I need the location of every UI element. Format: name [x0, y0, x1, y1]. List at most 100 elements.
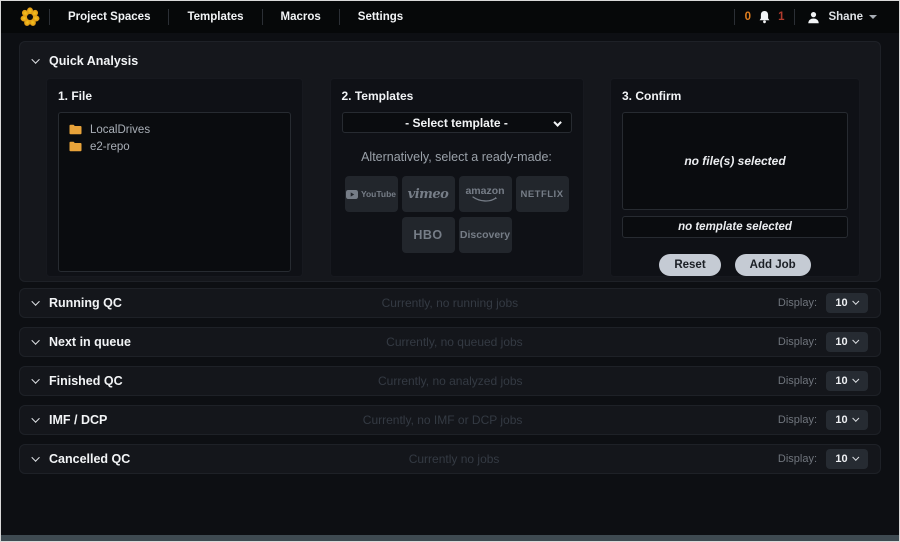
amazon-template-button[interactable]: amazon: [459, 176, 512, 212]
section-status: Currently no jobs: [130, 452, 778, 466]
chevron-down-icon: [31, 336, 39, 344]
job-sections: Running QC Currently, no running jobs Di…: [19, 288, 881, 474]
chevron-down-icon: [31, 297, 39, 305]
tree-item-localdrives[interactable]: LocalDrives: [69, 121, 280, 138]
section-title: Finished QC: [49, 374, 123, 388]
file-tree: LocalDrives e2-repo: [58, 112, 291, 272]
chevron-down-icon: [31, 55, 39, 63]
discovery-template-button[interactable]: Discovery: [459, 217, 512, 253]
section-next-in-queue[interactable]: Next in queue Currently, no queued jobs …: [19, 327, 881, 357]
app-root: { "navbar": { "items": [ { "label": "Pro…: [0, 0, 900, 542]
chevron-down-icon: [852, 414, 859, 421]
display-count-select[interactable]: 10: [826, 410, 868, 430]
display-value: 10: [835, 453, 847, 465]
section-imf-dcp[interactable]: IMF / DCP Currently, no IMF or DCP jobs …: [19, 405, 881, 435]
chevron-down-icon: [31, 375, 39, 383]
section-status: Currently, no running jobs: [122, 296, 778, 310]
section-status: Currently, no IMF or DCP jobs: [107, 413, 778, 427]
selected-files-box: no file(s) selected: [622, 112, 848, 210]
display-label: Display:: [778, 414, 817, 426]
youtube-template-button[interactable]: YouTube: [345, 176, 398, 212]
display-control: Display: 10: [778, 293, 868, 313]
notifications-area[interactable]: 0 1: [735, 10, 795, 24]
brand-label: YouTube: [361, 189, 396, 199]
folder-icon: [69, 124, 82, 135]
gear-flower-icon: [20, 7, 40, 27]
chevron-down-icon: [31, 453, 39, 461]
hbo-template-button[interactable]: HBO: [402, 217, 455, 253]
section-running-qc[interactable]: Running QC Currently, no running jobs Di…: [19, 288, 881, 318]
section-title: Running QC: [49, 296, 122, 310]
templates-panel-title: 2. Templates: [342, 89, 572, 103]
chevron-down-icon: [852, 336, 859, 343]
bottom-status-strip: [1, 535, 899, 541]
display-label: Display:: [778, 336, 817, 348]
nav-item-settings[interactable]: Settings: [340, 1, 421, 33]
display-value: 10: [835, 375, 847, 387]
quick-analysis-panels: 1. File LocalDrives e2-repo 2. Templat: [33, 78, 860, 277]
display-count-select[interactable]: 10: [826, 293, 868, 313]
file-panel-title: 1. File: [58, 89, 291, 103]
brand-row-2: HBO Discovery: [342, 217, 572, 253]
file-panel: 1. File LocalDrives e2-repo: [46, 78, 303, 277]
section-title: Cancelled QC: [49, 452, 130, 466]
display-label: Display:: [778, 375, 817, 387]
display-value: 10: [835, 414, 847, 426]
user-name: Shane: [828, 11, 863, 23]
display-value: 10: [835, 297, 847, 309]
selected-template-box: no template selected: [622, 216, 848, 238]
display-count-select[interactable]: 10: [826, 332, 868, 352]
quick-analysis-section: Quick Analysis 1. File LocalDrives e2-re…: [19, 41, 881, 282]
confirm-panel: 3. Confirm no file(s) selected no templa…: [610, 78, 860, 277]
quick-analysis-header[interactable]: Quick Analysis: [33, 51, 860, 71]
user-icon: [807, 11, 820, 24]
notification-count-left: 0: [745, 11, 751, 23]
confirm-actions: Reset Add Job: [622, 254, 848, 276]
top-navbar: Project Spaces Templates Macros Settings…: [1, 1, 899, 33]
amazon-smile-icon: [472, 196, 498, 202]
brand-label: Discovery: [460, 229, 510, 241]
no-template-text: no template selected: [678, 221, 792, 233]
template-select-value: - Select template -: [343, 116, 571, 130]
display-control: Display: 10: [778, 371, 868, 391]
brand-label: amazon: [465, 186, 504, 197]
no-files-text: no file(s) selected: [684, 154, 785, 168]
tree-item-label: LocalDrives: [90, 124, 150, 136]
section-status: Currently, no queued jobs: [131, 335, 778, 349]
display-count-select[interactable]: 10: [826, 371, 868, 391]
confirm-panel-title: 3. Confirm: [622, 89, 848, 103]
caret-down-icon: [869, 15, 877, 19]
bell-icon: [758, 10, 771, 24]
templates-panel: 2. Templates - Select template - Alterna…: [330, 78, 584, 277]
display-value: 10: [835, 336, 847, 348]
nav-item-project-spaces[interactable]: Project Spaces: [50, 1, 168, 33]
brand-row-1: YouTube vimeo amazon NETFLIX: [342, 176, 572, 212]
user-menu[interactable]: Shane: [795, 11, 889, 24]
netflix-template-button[interactable]: NETFLIX: [516, 176, 569, 212]
youtube-icon: [346, 190, 358, 199]
brand-label: NETFLIX: [520, 189, 563, 200]
template-select[interactable]: - Select template -: [342, 112, 572, 133]
section-status: Currently, no analyzed jobs: [123, 374, 778, 388]
brand-label: HBO: [413, 228, 442, 242]
add-job-button[interactable]: Add Job: [735, 254, 811, 276]
display-control: Display: 10: [778, 449, 868, 469]
display-control: Display: 10: [778, 410, 868, 430]
vimeo-template-button[interactable]: vimeo: [402, 176, 455, 212]
chevron-down-icon: [852, 297, 859, 304]
folder-icon: [69, 141, 82, 152]
notification-count-right: 1: [778, 11, 784, 23]
nav-item-templates[interactable]: Templates: [169, 1, 261, 33]
nav-item-macros[interactable]: Macros: [263, 1, 339, 33]
display-count-select[interactable]: 10: [826, 449, 868, 469]
section-finished-qc[interactable]: Finished QC Currently, no analyzed jobs …: [19, 366, 881, 396]
reset-button[interactable]: Reset: [659, 254, 720, 276]
chevron-down-icon: [31, 414, 39, 422]
brand-label: vimeo: [408, 187, 449, 202]
app-logo[interactable]: [11, 7, 49, 27]
tree-item-label: e2-repo: [90, 141, 130, 153]
quick-analysis-title: Quick Analysis: [49, 54, 138, 68]
section-cancelled-qc[interactable]: Cancelled QC Currently no jobs Display: …: [19, 444, 881, 474]
section-title: IMF / DCP: [49, 413, 107, 427]
tree-item-e2-repo[interactable]: e2-repo: [69, 138, 280, 155]
